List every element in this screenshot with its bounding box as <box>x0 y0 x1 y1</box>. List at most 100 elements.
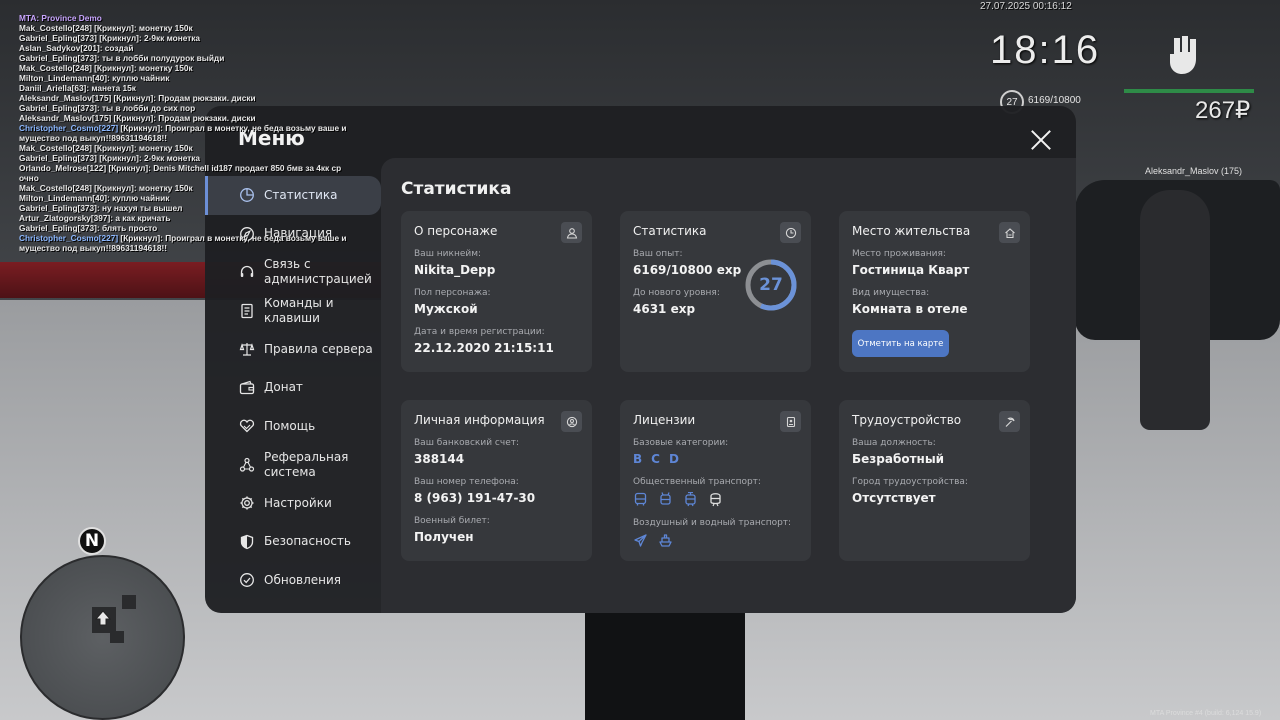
pickaxe-icon <box>999 411 1020 432</box>
air-water-transport-label: Воздушный и водный транспорт: <box>633 518 792 528</box>
chat-nick: Mak_Costello[248] <box>19 23 92 33</box>
close-icon[interactable] <box>1027 126 1055 154</box>
chat-nick: Gabriel_Epling[373] <box>19 53 97 63</box>
clock-icon <box>780 222 801 243</box>
minimap-building <box>122 595 136 609</box>
chat-line: Milton_Lindemann[40]: куплю чайник <box>19 73 359 83</box>
plane-icon <box>634 534 647 547</box>
fist-icon <box>1170 36 1196 74</box>
chat-line: мущество под выкуп!!89631194618!! <box>19 133 359 143</box>
background-character <box>1140 190 1210 430</box>
headset-icon <box>238 263 256 281</box>
employment-org-value: Отсутствует <box>852 491 936 505</box>
phone-label: Ваш номер телефона: <box>414 477 519 487</box>
position-value: Безработный <box>852 452 945 466</box>
chat-line: Christopher_Cosmo[227] [Крикнул]: Проигр… <box>19 233 359 243</box>
card-personal-info: Личная информация Ваш банковский счет: 3… <box>401 400 592 561</box>
chat-lines: Mak_Costello[248] [Крикнул]: монетку 150… <box>19 23 359 253</box>
mark-on-map-button[interactable]: Отметить на карте <box>852 330 949 357</box>
sidebar-item[interactable]: Реферальная система <box>205 446 381 485</box>
chat-line: Mak_Costello[248] [Крикнул]: монетку 150… <box>19 183 359 193</box>
heart-hand-icon <box>238 417 256 435</box>
minimap <box>20 555 185 720</box>
property-value: Комната в отеле <box>852 302 968 316</box>
chat-line: очно <box>19 173 359 183</box>
license-category: C <box>651 452 660 466</box>
level-value: 27 <box>759 275 783 295</box>
residence-value: Гостиница Кварт <box>852 263 970 277</box>
sidebar-item-label: Безопасность <box>264 534 351 549</box>
chat-nick: Gabriel_Epling[373] <box>19 33 97 43</box>
license-categories: BCD <box>633 452 798 466</box>
sidebar-item[interactable]: Настройки <box>205 484 381 523</box>
sidebar-item[interactable]: Обновления <box>205 561 381 600</box>
sidebar-item[interactable]: Команды и клавиши <box>205 292 381 331</box>
chat-message: [Крикнул]: 2-9кк монетка <box>96 153 201 163</box>
chat-message: мущество под выкуп!!89631194618!! <box>19 133 168 143</box>
chat-line: Christopher_Cosmo[227] [Крикнул]: Проигр… <box>19 123 359 133</box>
chat-line: Gabriel_Epling[373]: блять просто <box>19 223 359 233</box>
chat-line: мущество под выкуп!!89631194618!! <box>19 243 359 253</box>
sidebar-item[interactable]: Донат <box>205 369 381 408</box>
chat-message: : куплю чайник <box>107 73 170 83</box>
military-label: Военный билет: <box>414 516 490 526</box>
boat-icon <box>659 534 672 547</box>
employment-org-label: Город трудоустройства: <box>852 477 968 487</box>
sidebar-item-label: Помощь <box>264 418 316 433</box>
content-title: Статистика <box>401 179 512 199</box>
chat-line: Orlando_Melrose[122] [Крикнул]: Denis Mi… <box>19 163 359 173</box>
chat-nick: Gabriel_Epling[373] <box>19 203 97 213</box>
chat-line: Gabriel_Epling[373]: ты в лобби полудуро… <box>19 53 359 63</box>
chat-line: Aslan_Sadykov[201]: создай <box>19 43 359 53</box>
gender-value: Мужской <box>414 302 478 316</box>
chat-message: [Крикнул]: монетку 150к <box>91 143 193 153</box>
chat-line: Mak_Costello[248] [Крикнул]: монетку 150… <box>19 23 359 33</box>
chat-line: Gabriel_Epling[373] [Крикнул]: 2-9кк мон… <box>19 153 359 163</box>
chat-nick: Orlando_Melrose[122] <box>19 163 107 173</box>
chat-line: Mak_Costello[248] [Крикнул]: монетку 150… <box>19 63 359 73</box>
network-icon <box>238 456 256 474</box>
card-residence: Место жительства Место проживания: Гости… <box>839 211 1030 372</box>
chat-nick: Christopher_Cosmo[227] <box>19 123 119 133</box>
chat-message: [Крикнул]: Продам рюкзаки. диски <box>111 113 256 123</box>
air-water-transport-icons <box>633 533 798 548</box>
chat-nick: Milton_Lindemann[40] <box>19 193 108 203</box>
chat-line: Artur_Zlatogorsky[397]: а как кричать <box>19 213 359 223</box>
card-title: Трудоустройство <box>852 413 962 427</box>
card-employment: Трудоустройство Ваша должность: Безработ… <box>839 400 1030 561</box>
chat-nick: Milton_Lindemann[40] <box>19 73 108 83</box>
hud-exp: 6169/10800 <box>1028 95 1081 106</box>
bank-label: Ваш банковский счет: <box>414 438 520 448</box>
chat-nick: Mak_Costello[248] <box>19 143 92 153</box>
card-title: О персонаже <box>414 224 498 238</box>
chat-log: MTA: Province Demo Mak_Costello[248] [Кр… <box>19 13 359 253</box>
chat-line: Gabriel_Epling[373]: ты в лобби до сих п… <box>19 103 359 113</box>
sidebar-item[interactable]: Помощь <box>205 407 381 446</box>
hud-money: 267₽ <box>1195 97 1251 124</box>
minimap-north-marker: N <box>78 527 106 555</box>
tram-icon <box>685 492 696 507</box>
registration-label: Дата и время регистрации: <box>414 327 545 337</box>
player-arrow-icon <box>95 610 111 626</box>
license-category: D <box>668 452 679 466</box>
chat-nick: Christopher_Cosmo[227] <box>19 233 119 243</box>
chat-nick: Gabriel_Epling[373] <box>19 223 97 233</box>
sidebar-item-label: Связь с администрацией <box>264 257 372 287</box>
public-transport-label: Общественный транспорт: <box>633 477 761 487</box>
chat-line: Mak_Costello[248] [Крикнул]: монетку 150… <box>19 143 359 153</box>
license-category: B <box>633 452 643 466</box>
chat-message: : куплю чайник <box>107 193 170 203</box>
chat-message: [Крикнул]: монетку 150к <box>91 63 193 73</box>
chat-nick: Mak_Costello[248] <box>19 183 92 193</box>
chat-message: [Крикнул]: Продам рюкзаки. диски <box>111 93 256 103</box>
gear-icon <box>238 494 256 512</box>
sidebar-item[interactable]: Безопасность <box>205 523 381 562</box>
sidebar-item[interactable]: Связь с администрацией <box>205 253 381 292</box>
chat-line: Gabriel_Epling[373]: ну нахуя ты вышел <box>19 203 359 213</box>
chat-nick: Gabriel_Epling[373] <box>19 103 97 113</box>
public-transport-icons <box>633 492 798 507</box>
residence-label: Место проживания: <box>852 249 946 259</box>
sidebar-item[interactable]: Правила сервера <box>205 330 381 369</box>
user-icon <box>561 222 582 243</box>
chat-line: Milton_Lindemann[40]: куплю чайник <box>19 193 359 203</box>
